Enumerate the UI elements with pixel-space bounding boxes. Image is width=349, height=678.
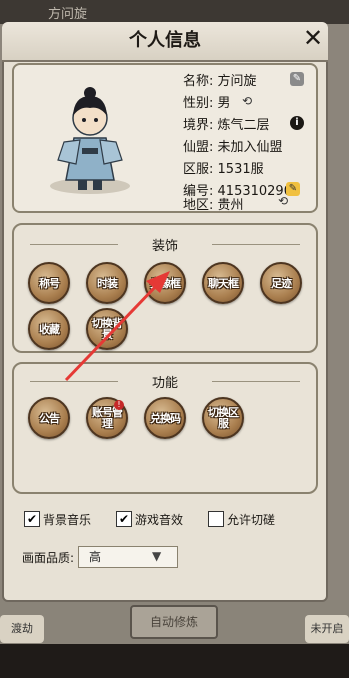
annotation-arrow [64, 271, 170, 382]
annotation-arrow-line [64, 282, 160, 382]
annotation-arrow-head [146, 271, 170, 293]
